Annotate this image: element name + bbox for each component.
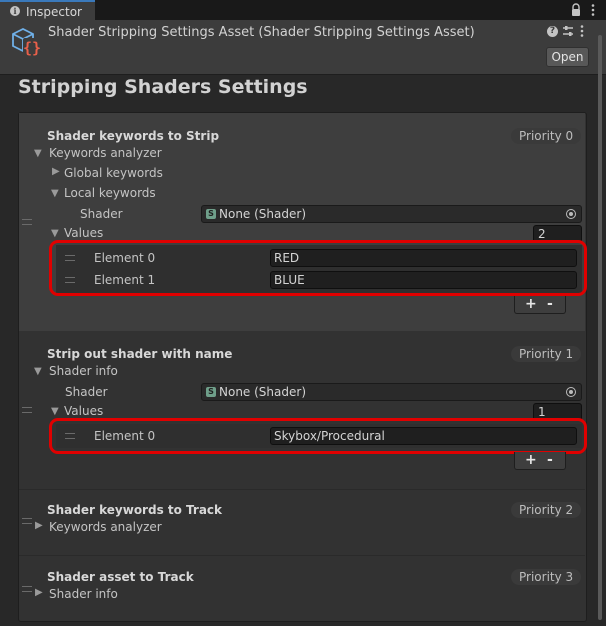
foldout-global-keywords[interactable]: Global keywords [64, 166, 163, 180]
foldout-shader-info[interactable]: Shader info [49, 587, 118, 601]
shader-icon: S [206, 209, 216, 219]
list-add-remove: + - [514, 452, 566, 470]
section-title: Strip out shader with name [47, 347, 233, 361]
priority-badge: Priority 2 [511, 502, 582, 518]
shader-field-value: None (Shader) [219, 385, 306, 399]
shader-field-value: None (Shader) [219, 207, 306, 221]
tab-bar: i Inspector [0, 0, 606, 20]
shader-object-field[interactable]: S None (Shader) [201, 383, 582, 401]
foldout-expanded-icon[interactable]: ▼ [51, 228, 59, 239]
asset-icon: {} [10, 26, 42, 58]
drag-handle[interactable] [22, 219, 32, 225]
open-button[interactable]: Open [546, 47, 589, 67]
section-divider [19, 489, 585, 490]
remove-button[interactable]: - [547, 296, 553, 312]
add-button[interactable]: + [525, 452, 537, 468]
page-title: Stripping Shaders Settings [18, 76, 308, 98]
section-title: Shader asset to Track [47, 570, 194, 584]
priority-badge: Priority 3 [511, 569, 582, 585]
section-divider [19, 555, 585, 556]
foldout-expanded-icon[interactable]: ▼ [51, 406, 59, 417]
drag-handle[interactable] [22, 407, 32, 413]
add-button[interactable]: + [525, 296, 537, 312]
foldout-collapsed-icon[interactable]: ▶ [35, 587, 43, 598]
scrollbar[interactable] [596, 35, 604, 620]
foldout-expanded-icon[interactable]: ▼ [34, 148, 42, 159]
kebab-icon[interactable] [591, 3, 595, 17]
tab-inspector[interactable]: i Inspector [0, 0, 95, 20]
tab-label: Inspector [26, 5, 82, 19]
shader-icon: S [206, 387, 216, 397]
foldout-expanded-icon[interactable]: ▼ [34, 366, 42, 377]
object-picker-icon[interactable] [566, 209, 576, 219]
foldout-keywords-analyzer[interactable]: Keywords analyzer [49, 146, 162, 160]
shader-object-field[interactable]: S None (Shader) [201, 205, 582, 223]
highlight-box [49, 418, 587, 454]
remove-button[interactable]: - [547, 452, 553, 468]
foldout-expanded-icon[interactable]: ▼ [51, 188, 59, 199]
priority-badge: Priority 0 [511, 128, 582, 144]
list-add-remove: + - [514, 296, 566, 314]
values-label[interactable]: Values [64, 226, 103, 240]
section-title: Shader keywords to Strip [47, 129, 220, 143]
section-title: Shader keywords to Track [47, 503, 223, 517]
foldout-collapsed-icon[interactable]: ▶ [52, 166, 60, 177]
kebab-icon[interactable] [580, 24, 584, 38]
info-icon: i [10, 6, 20, 16]
object-picker-icon[interactable] [566, 387, 576, 397]
preset-icon[interactable] [562, 25, 574, 37]
highlight-box [49, 240, 587, 296]
foldout-shader-info[interactable]: Shader info [49, 364, 118, 378]
lock-icon[interactable] [570, 3, 582, 17]
shader-label: Shader [65, 385, 108, 399]
inspector-header: {} Shader Stripping Settings Asset (Shad… [0, 20, 606, 75]
help-icon[interactable]: ? [547, 26, 558, 37]
foldout-keywords-analyzer[interactable]: Keywords analyzer [49, 520, 162, 534]
svg-text:{}: {} [23, 39, 41, 57]
shader-label: Shader [80, 207, 123, 221]
foldout-local-keywords[interactable]: Local keywords [64, 186, 156, 200]
asset-title: Shader Stripping Settings Asset (Shader … [48, 25, 475, 40]
priority-badge: Priority 1 [511, 346, 582, 362]
drag-handle[interactable] [22, 586, 32, 592]
foldout-collapsed-icon[interactable]: ▶ [35, 520, 43, 531]
values-label[interactable]: Values [64, 404, 103, 418]
drag-handle[interactable] [22, 518, 32, 524]
